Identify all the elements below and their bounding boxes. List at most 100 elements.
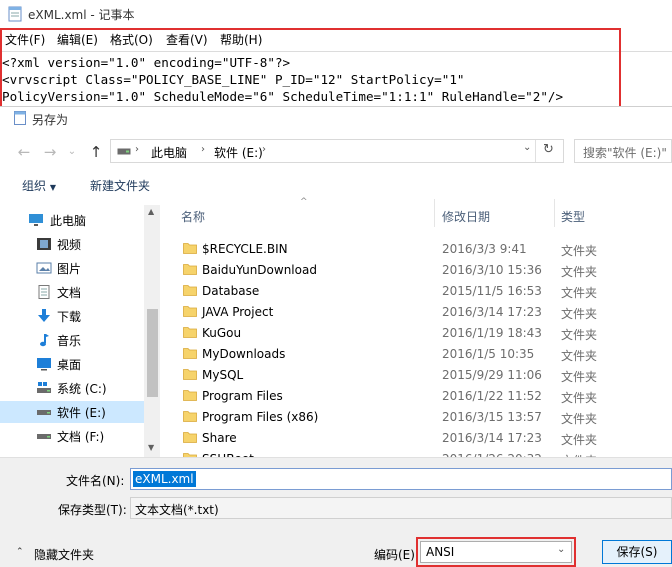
file-name: Share [202,431,237,445]
file-name: Program Files [202,389,283,403]
scrollbar-thumb[interactable] [147,309,158,397]
folder-icon [183,285,197,296]
breadcrumb-drive-e[interactable]: 软件 (E:) [214,144,263,161]
file-date: 2016/3/10 15:36 [442,263,542,277]
sidebar-item-drive-e[interactable]: 软件 (E:) [0,401,144,423]
file-type: 文件夹 [561,349,598,363]
file-row[interactable]: $RECYCLE.BIN 2016/3/3 9:41 文件夹 [168,239,672,260]
sidebar-label: 系统 (C:) [57,382,107,396]
file-date: 2016/3/3 9:41 [442,242,527,256]
sidebar-label: 此电脑 [50,214,87,228]
file-row[interactable]: MyDownloads 2016/1/5 10:35 文件夹 [168,344,672,365]
sidebar-item-videos[interactable]: 视频 [0,233,144,255]
filename-value: eXML.xml [133,471,196,487]
file-name: $RECYCLE.BIN [202,242,288,256]
folder-icon [183,243,197,254]
breadcrumb-separator: › [201,144,205,155]
up-arrow-icon[interactable]: ↑ [86,142,106,162]
column-header-date[interactable]: 修改日期 [442,208,490,225]
file-row[interactable]: KuGou 2016/1/19 18:43 文件夹 [168,323,672,344]
video-icon [37,238,51,250]
breadcrumb-separator: › [262,144,266,155]
sidebar-item-pictures[interactable]: 图片 [0,257,144,279]
scroll-up-icon[interactable]: ▲ [148,207,154,216]
sidebar-item-documents[interactable]: 文档 [0,281,144,303]
chevron-down-icon[interactable]: ⌄ [523,142,531,153]
column-separator[interactable] [554,199,555,227]
file-name: JAVA Project [202,305,274,319]
folder-icon [183,432,197,443]
save-button[interactable]: 保存(S) [602,540,672,564]
highlight-box-encoding [416,537,576,567]
organize-button[interactable]: 组织 ▼ [22,177,56,194]
chevron-up-icon[interactable]: ⌃ [16,547,24,557]
search-placeholder: 搜索"软件 (E:)" [583,146,667,160]
dialog-title: 另存为 [32,113,69,127]
folder-icon [183,327,197,338]
file-row[interactable]: BaiduYunDownload 2016/3/10 15:36 文件夹 [168,260,672,281]
dropdown-arrow-icon: ▼ [49,183,56,192]
sidebar-item-downloads[interactable]: 下载 [0,305,144,327]
file-row[interactable]: Program Files (x86) 2016/3/15 13:57 文件夹 [168,407,672,428]
filename-input[interactable]: eXML.xml [130,468,672,490]
file-date: 2015/11/5 16:53 [442,284,542,298]
drive-icon [37,410,51,415]
folder-icon [183,411,197,422]
file-type: 文件夹 [561,391,598,405]
sidebar-label: 下载 [57,310,82,324]
column-header-type[interactable]: 类型 [561,208,585,225]
sidebar-item-desktop[interactable]: 桌面 [0,353,144,375]
file-date: 2015/9/29 11:06 [442,368,542,382]
chevron-down-icon[interactable]: ⌄ [62,142,82,162]
file-date: 2016/3/15 13:57 [442,410,542,424]
hide-folders-toggle[interactable]: 隐藏文件夹 [34,546,94,563]
breadcrumb-this-pc[interactable]: 此电脑 [151,144,187,161]
desktop-icon [37,358,51,371]
system-drive-icon [37,382,51,393]
download-icon [38,309,50,322]
notepad-titlebar: eXML.xml - 记事本 [0,0,672,28]
documents-icon [38,285,50,299]
file-row[interactable]: JAVA Project 2016/3/14 17:23 文件夹 [168,302,672,323]
notepad-icon [14,111,26,125]
file-type: 文件夹 [561,244,598,258]
filetype-select[interactable]: 文本文档(*.txt) [130,497,672,519]
save-options-panel: 文件名(N): eXML.xml 保存类型(T): 文本文档(*.txt) ⌃ … [0,457,672,567]
dialog-toolbar: 组织 ▼ 新建文件夹 [0,171,672,197]
back-arrow-icon[interactable]: ← [14,142,34,162]
file-type: 文件夹 [561,307,598,321]
sidebar-item-this-pc[interactable]: 此电脑 [0,209,144,231]
scroll-down-icon[interactable]: ▼ [148,443,154,452]
file-type: 文件夹 [561,433,598,447]
sidebar-label: 桌面 [57,358,82,372]
file-row[interactable]: Database 2015/11/5 16:53 文件夹 [168,281,672,302]
file-date: 2016/3/14 17:23 [442,431,542,445]
file-name: Program Files (x86) [202,410,319,424]
file-name: BaiduYunDownload [202,263,317,277]
file-row[interactable]: Share 2016/3/14 17:23 文件夹 [168,428,672,449]
address-bar[interactable]: › 此电脑 › 软件 (E:) › ⌄ ↻ [110,139,564,163]
save-as-dialog: 另存为 ← → ⌄ ↑ › 此电脑 › 软件 (E:) › ⌄ ↻ 搜索"软件 … [0,106,672,567]
filetype-value: 文本文档(*.txt) [135,503,219,517]
pc-icon [29,214,43,226]
folder-icon [183,390,197,401]
sidebar-item-drive-c[interactable]: 系统 (C:) [0,377,144,399]
navigation-pane: 此电脑 视频 图片 文档 下载 音乐 桌面 系统 (C:) 软件 (E:) 文档… [0,205,160,457]
notepad-window: eXML.xml - 记事本 文件(F) 编辑(E) 格式(O) 查看(V) 帮… [0,0,672,115]
file-row[interactable]: MySQL 2015/9/29 11:06 文件夹 [168,365,672,386]
drive-icon [117,148,131,155]
refresh-icon[interactable]: ↻ [543,142,554,157]
file-list: 名称 ^ 修改日期 类型 $RECYCLE.BIN 2016/3/3 9:41 文件… [168,197,672,468]
new-folder-button[interactable]: 新建文件夹 [90,177,150,194]
filetype-label: 保存类型(T): [58,503,127,517]
sidebar-label: 文档 (F:) [57,430,105,444]
sidebar-item-music[interactable]: 音乐 [0,329,144,351]
file-row[interactable]: Program Files 2016/1/22 11:52 文件夹 [168,386,672,407]
dialog-titlebar: 另存为 [0,107,672,129]
column-separator[interactable] [434,199,435,227]
search-input[interactable]: 搜索"软件 (E:)" [574,139,672,163]
column-header-name[interactable]: 名称 [181,208,205,225]
forward-arrow-icon[interactable]: → [40,142,60,162]
sidebar-item-drive-f[interactable]: 文档 (F:) [0,425,144,447]
file-type: 文件夹 [561,265,598,279]
